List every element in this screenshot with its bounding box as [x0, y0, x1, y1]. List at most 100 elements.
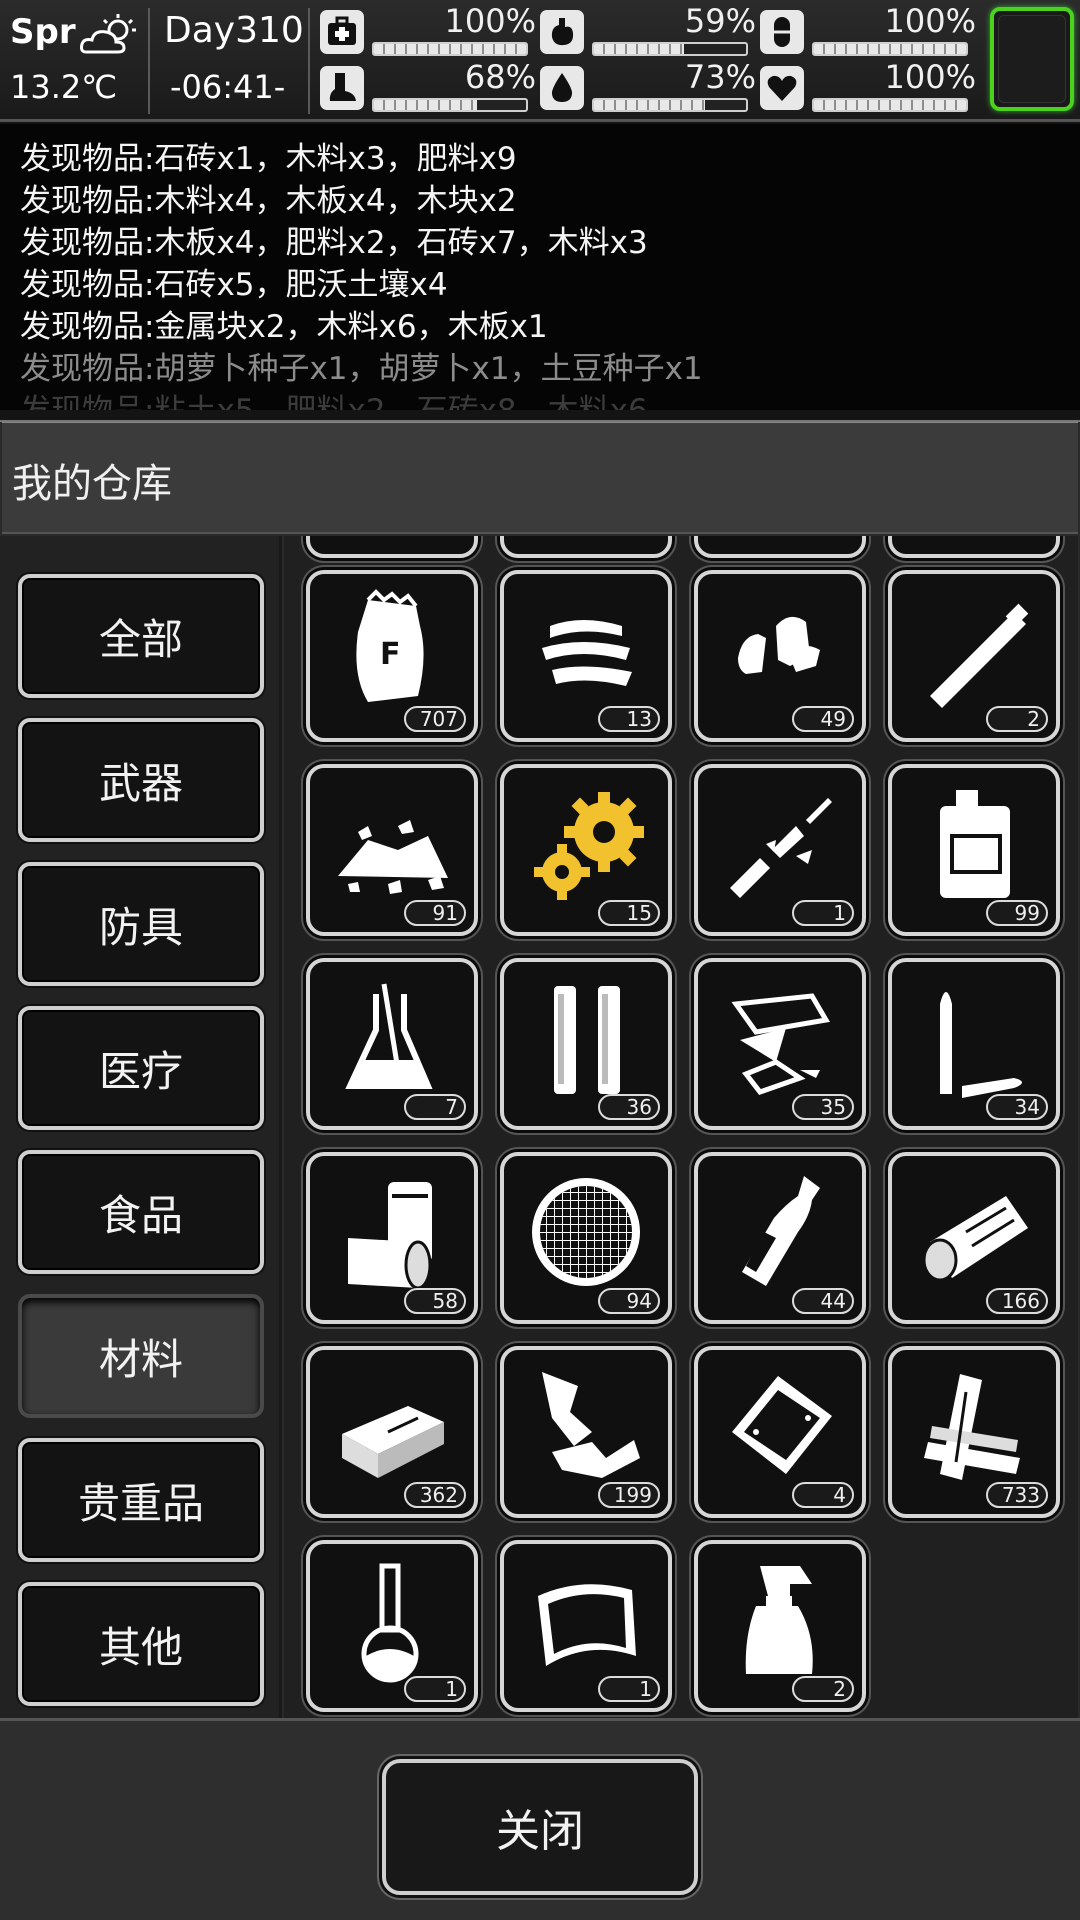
- scrap-metal-icon: [542, 1372, 640, 1478]
- item-slot[interactable]: 7: [306, 958, 478, 1130]
- item-slot[interactable]: 1: [306, 1540, 478, 1712]
- item-count: 1: [404, 1676, 466, 1702]
- jerrycan-icon: [940, 790, 1010, 898]
- item-count: 707: [404, 706, 466, 732]
- panel-header: 我的仓库: [2, 422, 1078, 534]
- flask-icon: [345, 983, 433, 1089]
- rifle-bullet-icon: [940, 992, 1022, 1098]
- temperature-label: 13.2℃: [10, 68, 118, 106]
- item-slot-offscreen[interactable]: [500, 536, 672, 558]
- log-line: 发现物品:粘土x5，肥料x2，石砖x8，木料x6: [20, 390, 1080, 410]
- heart-icon: [760, 66, 804, 110]
- curved-glass-icon: [538, 1584, 636, 1666]
- day-counter: Day310: [164, 10, 304, 51]
- item-slot[interactable]: 49: [694, 570, 866, 742]
- item-count: 2: [986, 706, 1048, 732]
- mood-stat: 100%: [760, 58, 982, 112]
- category-food-button[interactable]: 食品: [18, 1150, 264, 1274]
- spray-bottle-icon: [745, 1566, 813, 1674]
- tin-cans-icon: [348, 1182, 432, 1290]
- clock-label: -06:41-: [170, 68, 286, 106]
- item-slot[interactable]: 91: [306, 764, 478, 936]
- item-count: 34: [986, 1094, 1048, 1120]
- thirst-stat: 73%: [540, 58, 762, 112]
- item-slot[interactable]: 99: [888, 764, 1060, 936]
- wood-log-icon: [922, 1196, 1028, 1282]
- item-slot[interactable]: 36: [500, 958, 672, 1130]
- item-slot[interactable]: 35: [694, 958, 866, 1130]
- item-slot[interactable]: 199: [500, 1346, 672, 1518]
- item-count: 36: [598, 1094, 660, 1120]
- item-slot[interactable]: 733: [888, 1346, 1060, 1518]
- category-armor-button[interactable]: 防具: [18, 862, 264, 986]
- item-count: 58: [404, 1288, 466, 1314]
- water-drop-icon: [540, 66, 584, 110]
- item-count: 4: [792, 1482, 854, 1508]
- item-slot[interactable]: 1: [500, 1540, 672, 1712]
- boot-icon: [320, 66, 364, 110]
- item-count: 44: [792, 1288, 854, 1314]
- partly-cloudy-icon: [80, 14, 136, 54]
- bottle-icon: [742, 1176, 820, 1286]
- warehouse-panel: 我的仓库 全部 武器 防具 医疗 食品 材料 贵重品 其他 F 707 13 4…: [0, 420, 1080, 1920]
- item-count: 35: [792, 1094, 854, 1120]
- fertilizer-bag-icon: F: [356, 589, 424, 702]
- character-portrait-button[interactable]: [990, 7, 1074, 111]
- status-bar: Spr 13.2℃ Day310 -06:41- 100% 59% 100% 6…: [0, 0, 1080, 122]
- item-slot[interactable]: 362: [306, 1346, 478, 1518]
- season-label: Spr: [10, 12, 76, 52]
- metal-plate-icon: [732, 1376, 832, 1474]
- item-slot[interactable]: F 707: [306, 570, 478, 742]
- item-count: 166: [986, 1288, 1048, 1314]
- item-count: 7: [404, 1094, 466, 1120]
- category-materials-button[interactable]: 材料: [18, 1294, 264, 1418]
- item-count: 2: [792, 1676, 854, 1702]
- item-slot[interactable]: 2: [888, 570, 1060, 742]
- log-line: 发现物品:石砖x5，肥沃土壤x4: [20, 267, 448, 303]
- category-other-button[interactable]: 其他: [18, 1582, 264, 1706]
- stomach-icon: [540, 10, 584, 54]
- gears-icon: [534, 792, 644, 900]
- item-slot[interactable]: 2: [694, 1540, 866, 1712]
- category-sidebar[interactable]: 全部 武器 防具 医疗 食品 材料 贵重品 其他: [0, 536, 282, 1718]
- category-all-button[interactable]: 全部: [18, 574, 264, 698]
- log-line: 发现物品:木板x4，肥料x2，石砖x7，木料x3: [20, 225, 648, 261]
- item-slot[interactable]: 13: [500, 570, 672, 742]
- item-count: 99: [986, 900, 1048, 926]
- item-slot[interactable]: 1: [694, 764, 866, 936]
- category-weapons-button[interactable]: 武器: [18, 718, 264, 842]
- item-count: 49: [792, 706, 854, 732]
- item-slot[interactable]: 4: [694, 1346, 866, 1518]
- item-count: 733: [986, 1482, 1048, 1508]
- item-slot[interactable]: 34: [888, 958, 1060, 1130]
- stone-rubble-icon: [338, 820, 448, 894]
- item-count: 199: [598, 1482, 660, 1508]
- item-slot-offscreen[interactable]: [694, 536, 866, 558]
- item-grid[interactable]: F 707 13 49 2 91 15 1 99 7 36 35 34 58 9…: [284, 536, 1078, 1718]
- item-slot[interactable]: 166: [888, 1152, 1060, 1324]
- bullet-tips-icon: [738, 616, 820, 674]
- hunger-stat: 59%: [540, 2, 762, 56]
- log-line: 发现物品:木料x4，木板x4，木块x2: [20, 183, 517, 219]
- category-medical-button[interactable]: 医疗: [18, 1006, 264, 1130]
- panel-title: 我的仓库: [12, 461, 172, 507]
- item-count: 91: [404, 900, 466, 926]
- item-count: 362: [404, 1482, 466, 1508]
- event-log: 发现物品:石砖x1，木料x3，肥料x9 发现物品:木料x4，木板x4，木块x2 …: [0, 124, 1080, 410]
- item-slot-offscreen[interactable]: [888, 536, 1060, 558]
- item-slot[interactable]: 58: [306, 1152, 478, 1324]
- panel-footer: 关闭: [0, 1718, 1080, 1920]
- item-slot-offscreen[interactable]: [306, 536, 478, 558]
- item-count: 13: [598, 706, 660, 732]
- close-button[interactable]: 关闭: [382, 1759, 698, 1895]
- pill-icon: [760, 10, 804, 54]
- item-count: 1: [598, 1676, 660, 1702]
- item-slot[interactable]: 44: [694, 1152, 866, 1324]
- item-slot[interactable]: 15: [500, 764, 672, 936]
- stone-brick-icon: [342, 1406, 444, 1478]
- mesh-filter-icon: [532, 1178, 640, 1286]
- item-slot[interactable]: 94: [500, 1152, 672, 1324]
- divider: [308, 8, 310, 114]
- category-valuables-button[interactable]: 贵重品: [18, 1438, 264, 1562]
- stat-fill: [374, 44, 526, 54]
